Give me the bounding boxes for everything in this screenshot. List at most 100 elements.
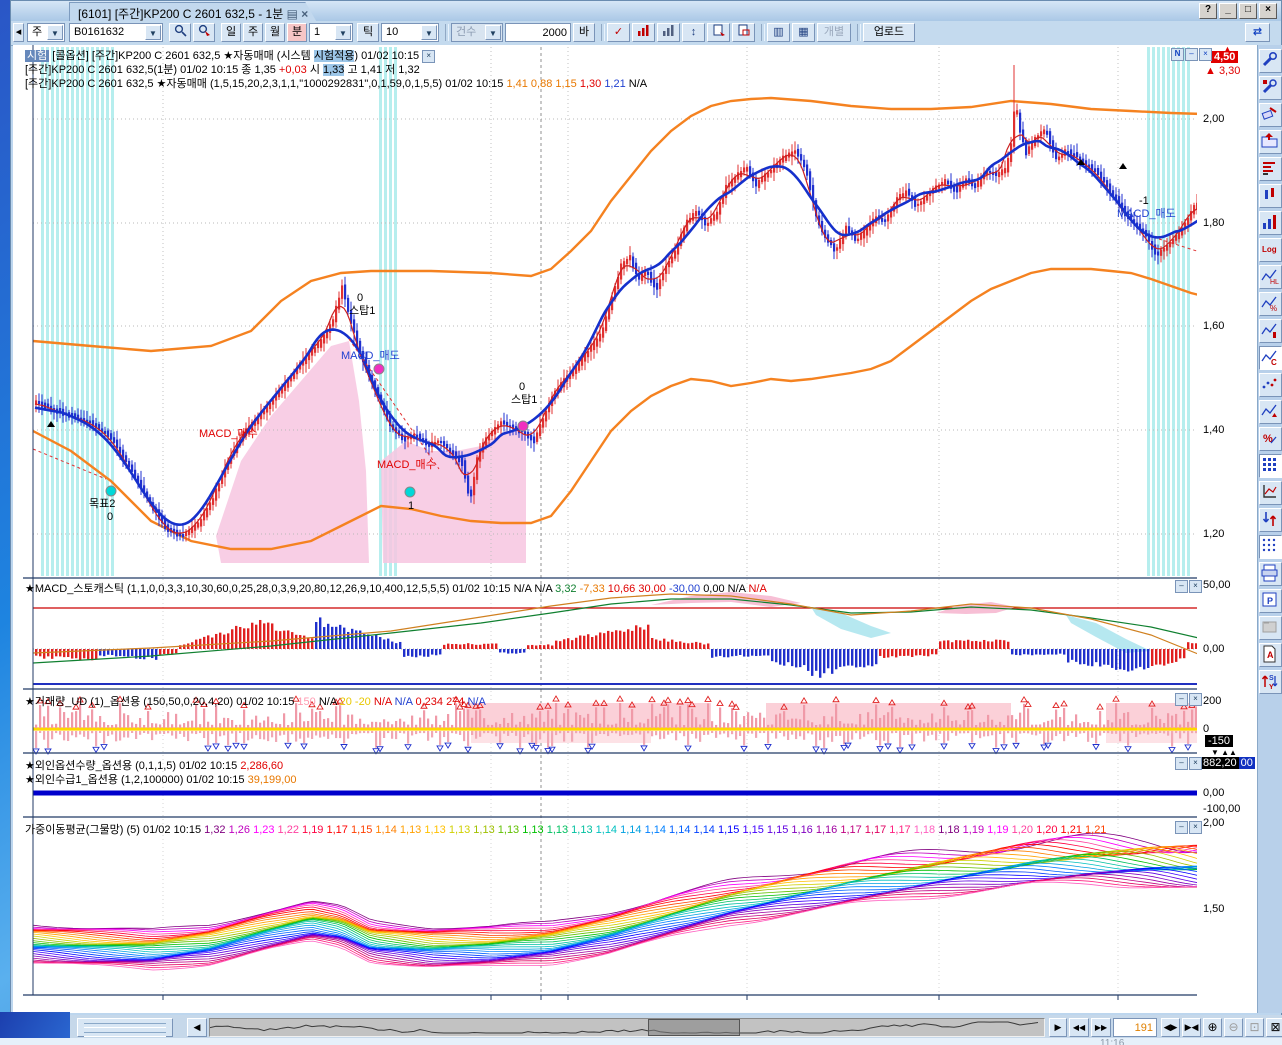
title-printer-icon[interactable]: ▤ bbox=[287, 7, 298, 21]
right-toolbar: Log HL% C% P A SY bbox=[1257, 45, 1282, 1013]
log-scale-icon[interactable]: Log bbox=[1259, 238, 1282, 262]
upload-button[interactable]: 업로드 bbox=[863, 23, 915, 42]
panel-close-icon[interactable]: × bbox=[1189, 757, 1202, 770]
sort-updown-icon[interactable]: SY bbox=[1259, 670, 1282, 694]
period-combo[interactable]: 주▼ bbox=[27, 23, 65, 42]
scroll-left-button[interactable]: ◀ bbox=[187, 1018, 207, 1037]
high-price-badge: 4,50 bbox=[1211, 51, 1238, 63]
splitter-grip[interactable] bbox=[77, 1018, 173, 1037]
week-button[interactable]: 주 bbox=[243, 23, 263, 42]
search-arrow-icon bbox=[198, 24, 211, 37]
red-bars-icon[interactable] bbox=[632, 23, 655, 42]
indicator-list-icon[interactable] bbox=[1259, 157, 1282, 181]
load-chart-icon[interactable] bbox=[1259, 130, 1282, 154]
panel-minimize-icon[interactable]: ‒ bbox=[1175, 693, 1188, 706]
point-chart-icon[interactable] bbox=[1259, 373, 1282, 397]
step-forward-button[interactable]: ▶ bbox=[1049, 1018, 1067, 1037]
auto-text-icon[interactable]: A bbox=[1259, 643, 1282, 667]
panel-minimize-icon[interactable]: ‒ bbox=[1185, 48, 1198, 61]
search-recent-button[interactable] bbox=[193, 23, 215, 42]
net-ma-value: 1,15 bbox=[351, 824, 375, 836]
fast-forward-button[interactable]: ▶▶ bbox=[1091, 1018, 1111, 1037]
code-combo[interactable]: B0161632▼ bbox=[69, 23, 163, 42]
new-chart-button[interactable]: N bbox=[1171, 48, 1184, 61]
gray-bars-icon[interactable] bbox=[657, 23, 680, 42]
chevron-down-icon[interactable]: ▼ bbox=[421, 25, 437, 40]
macd-panel-controls: ‒× bbox=[1175, 580, 1202, 593]
panel-close-icon[interactable]: × bbox=[1189, 821, 1202, 834]
percent-chart-icon[interactable]: % bbox=[1259, 292, 1282, 316]
close-nav-button[interactable]: ⊠ bbox=[1266, 1018, 1282, 1037]
panel-minimize-icon[interactable]: ‒ bbox=[1175, 821, 1188, 834]
panel-close-icon[interactable]: × bbox=[1189, 580, 1202, 593]
toolbar-collapse-arrow[interactable]: ◂ bbox=[13, 23, 24, 42]
axis-label: 1,20 bbox=[1203, 528, 1224, 540]
trend-arrow-chart-icon[interactable] bbox=[1259, 400, 1282, 424]
refresh-icon[interactable]: ⇄ bbox=[1245, 23, 1270, 42]
close-button[interactable]: × bbox=[1259, 3, 1277, 19]
grid-toggle-icon[interactable] bbox=[1259, 454, 1282, 478]
bar-type-icon[interactable] bbox=[1259, 211, 1282, 235]
window-title-tab[interactable]: [6101] [주간]KP200 C 2601 632,5 - 1분 ▤ × bbox=[69, 2, 317, 23]
bar-count-input[interactable] bbox=[505, 23, 571, 42]
svg-text:MACD_매도: MACD_매도 bbox=[341, 349, 400, 362]
month-button[interactable]: 월 bbox=[265, 23, 285, 42]
scale-updown-icon[interactable] bbox=[1259, 508, 1282, 532]
maximize-button[interactable]: □ bbox=[1239, 3, 1257, 19]
net-ma-value: 1,32 bbox=[204, 824, 228, 836]
eraser-icon[interactable] bbox=[1259, 103, 1282, 127]
panel-minimize-icon[interactable]: ‒ bbox=[1175, 757, 1188, 770]
title-bar[interactable]: [6101] [주간]KP200 C 2601 632,5 - 1분 ▤ × ?… bbox=[11, 1, 1281, 21]
line-bar-chart-icon[interactable] bbox=[1259, 319, 1282, 343]
candle-type-icon[interactable] bbox=[1259, 184, 1282, 208]
panel-minimize-icon[interactable]: ‒ bbox=[1175, 580, 1188, 593]
page-number-input[interactable] bbox=[1113, 1018, 1157, 1037]
grid-dots-icon[interactable] bbox=[1259, 535, 1282, 559]
tab-close-icon[interactable]: × bbox=[301, 7, 308, 21]
scroll-thumb[interactable] bbox=[648, 1019, 740, 1036]
axis-settings-icon[interactable] bbox=[1259, 481, 1282, 505]
panel-maximize-icon[interactable]: × bbox=[1199, 48, 1212, 61]
search-button[interactable] bbox=[169, 23, 191, 42]
minimize-button[interactable]: _ bbox=[1219, 3, 1237, 19]
split-window-icon[interactable]: ▥ bbox=[767, 23, 790, 42]
grid-window-icon[interactable]: ▦ bbox=[792, 23, 815, 42]
interval-combo[interactable]: 1▼ bbox=[309, 23, 353, 42]
foreign-current-badge: 882,2000 bbox=[1201, 757, 1255, 769]
go-end-button[interactable]: ▶◀ bbox=[1182, 1018, 1201, 1037]
legend-segment: N/A bbox=[748, 583, 766, 595]
fit-width-button[interactable]: ◀▶ bbox=[1161, 1018, 1180, 1037]
panel-close-icon[interactable]: × bbox=[1189, 693, 1202, 706]
highlow-chart-icon[interactable]: HL bbox=[1259, 265, 1282, 289]
net-ma-value: 1,13 bbox=[424, 824, 448, 836]
percent-compare-icon[interactable]: % bbox=[1259, 427, 1282, 451]
help-button[interactable]: ? bbox=[1199, 3, 1217, 19]
svg-text:A: A bbox=[1267, 650, 1274, 660]
chevron-down-icon[interactable]: ▼ bbox=[47, 25, 63, 40]
zoom-in-button[interactable]: ⊕ bbox=[1203, 1018, 1222, 1037]
legend-segment: N/A bbox=[728, 583, 749, 595]
indicator-settings-icon[interactable] bbox=[1259, 76, 1282, 100]
minute-button[interactable]: 분 bbox=[287, 23, 307, 42]
second-price-badge: ▲ 3,30 bbox=[1205, 65, 1240, 77]
signal-check-icon[interactable]: ✓ bbox=[607, 23, 630, 42]
tick-count-combo[interactable]: 10▼ bbox=[381, 23, 439, 42]
page-setup-icon[interactable]: P bbox=[1259, 589, 1282, 613]
legend-segment: 0,234 bbox=[415, 696, 446, 708]
scroll-track[interactable] bbox=[209, 1018, 1045, 1037]
tick-button[interactable]: 틱 bbox=[357, 23, 379, 42]
bar-button[interactable]: 바 bbox=[573, 23, 595, 42]
chart-settings-icon[interactable] bbox=[1259, 49, 1282, 73]
chevron-down-icon[interactable]: ▼ bbox=[145, 25, 161, 40]
chevron-down-icon[interactable]: ▼ bbox=[335, 25, 351, 40]
capture-doc-icon[interactable] bbox=[732, 23, 755, 42]
legend-segment: 3,32 bbox=[555, 583, 579, 595]
close-line-chart-icon[interactable]: C bbox=[1259, 346, 1282, 370]
copy-doc-icon[interactable] bbox=[707, 23, 730, 42]
rewind-button[interactable]: ◀◀ bbox=[1069, 1018, 1089, 1037]
day-button[interactable]: 일 bbox=[221, 23, 241, 42]
signal-close-icon[interactable]: × bbox=[422, 50, 435, 63]
print-icon[interactable] bbox=[1259, 562, 1282, 586]
svg-text:C: C bbox=[1271, 358, 1277, 367]
updown-arrow-icon[interactable]: ↕ bbox=[682, 23, 705, 42]
